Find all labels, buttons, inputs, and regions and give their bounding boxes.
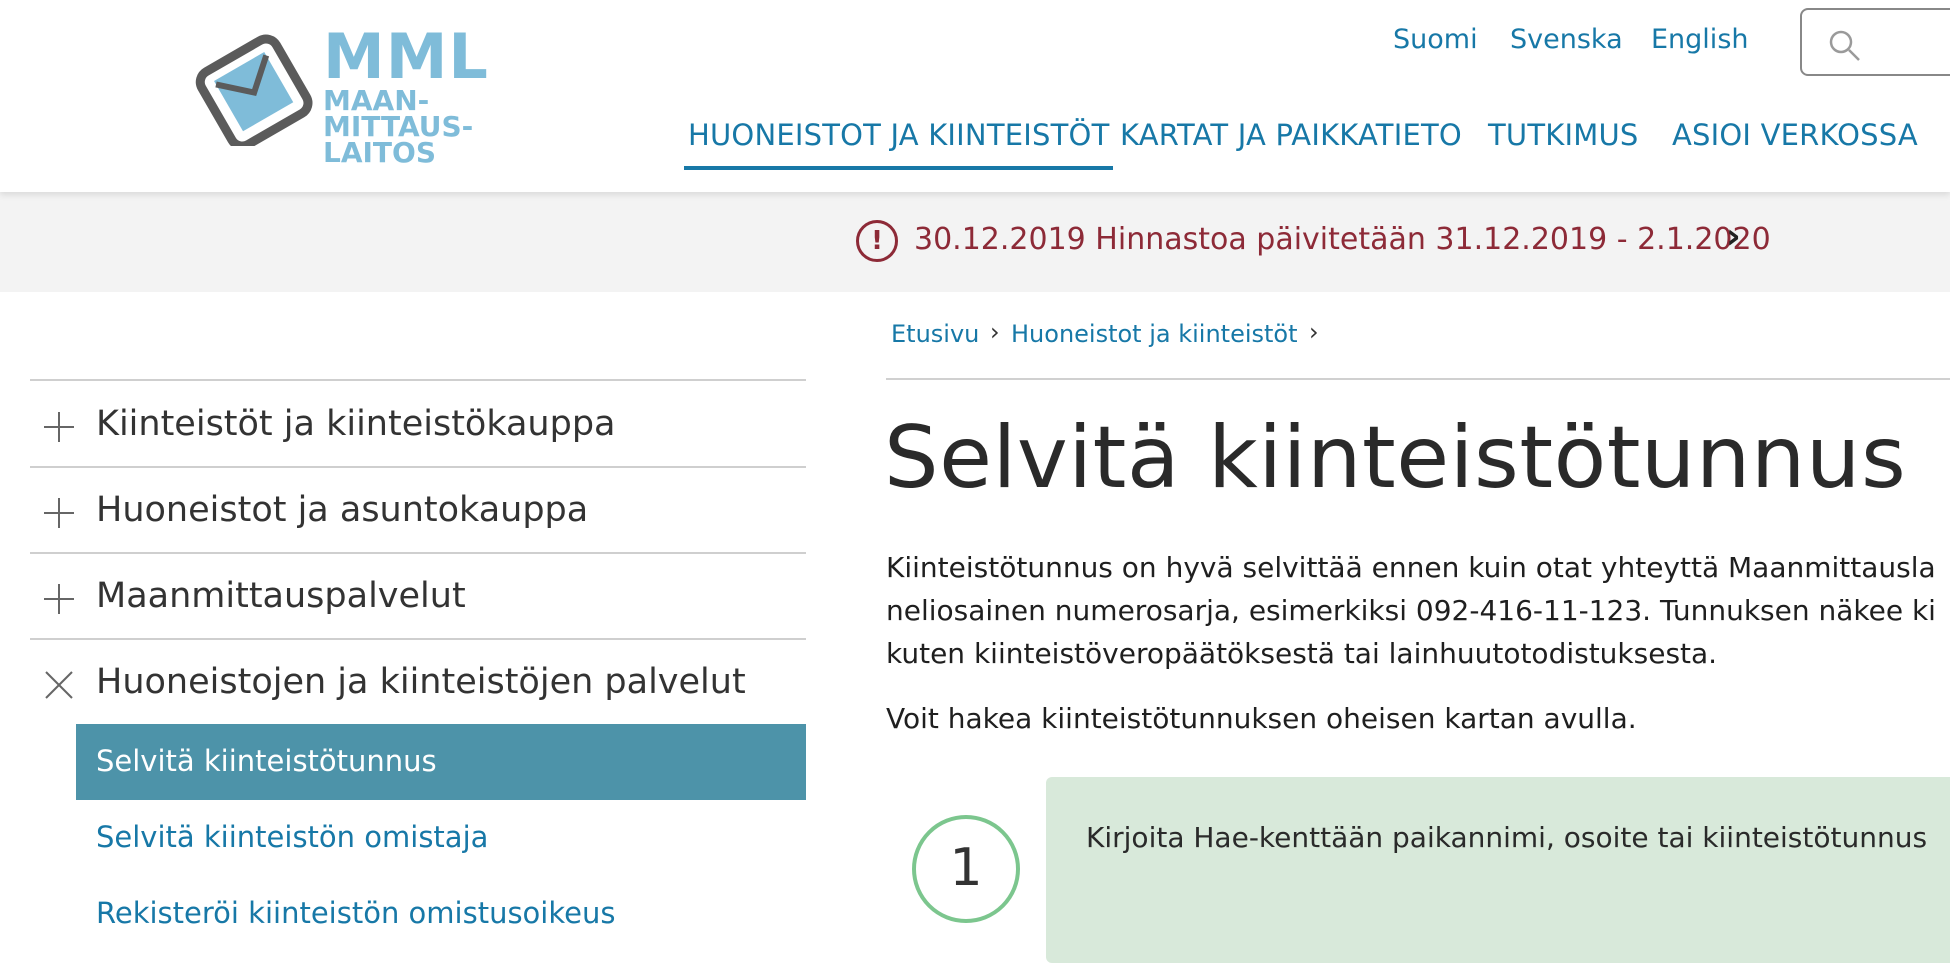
- sidebar-item-huoneistot[interactable]: Huoneistot ja asuntokauppa: [30, 468, 806, 552]
- sidebar-subitem-selvita-kiinteistotunnus[interactable]: Selvitä kiinteistötunnus: [76, 724, 806, 800]
- divider: [886, 378, 1950, 380]
- step-text: Kirjoita Hae-kenttään paikannimi, osoite…: [1086, 821, 1928, 854]
- intro-line: neliosainen numerosarja, esimerkiksi 092…: [886, 594, 1936, 627]
- nav-asioi-verkossa[interactable]: ASIOI VERKOSSA: [1672, 118, 1918, 152]
- sidebar-subitem-label: Selvitä kiinteistötunnus: [96, 744, 437, 778]
- close-icon: [45, 671, 73, 699]
- sidebar-subitem-selvita-omistaja[interactable]: Selvitä kiinteistön omistaja: [76, 800, 806, 876]
- sidebar-item-label: Huoneistot ja asuntokauppa: [96, 490, 589, 530]
- site-header: MML MAAN- MITTAUS- LAITOS Suomi Svenska …: [0, 0, 1950, 192]
- logo-line-3: LAITOS: [323, 136, 436, 169]
- sidebar-subitem-label: Selvitä kiinteistön omistaja: [96, 820, 489, 854]
- page-title: Selvitä kiinteistötunnus: [884, 408, 1907, 508]
- breadcrumb-separator: ›: [990, 318, 1000, 346]
- sidebar-item-maanmittauspalvelut[interactable]: Maanmittauspalvelut: [30, 554, 806, 638]
- lang-suomi[interactable]: Suomi: [1393, 24, 1478, 55]
- notice-banner[interactable]: ! 30.12.2019 Hinnastoa päivitetään 31.12…: [0, 192, 1950, 292]
- plus-icon: [44, 584, 74, 614]
- lang-english[interactable]: English: [1651, 24, 1749, 55]
- sidebar-item-label: Maanmittauspalvelut: [96, 576, 466, 616]
- logo-mark-icon: [195, 34, 313, 146]
- intro-paragraph: Kiinteistötunnus on hyvä selvittää ennen…: [886, 546, 1950, 675]
- breadcrumb-etusivu[interactable]: Etusivu: [891, 320, 979, 348]
- breadcrumb-separator: ›: [1309, 318, 1319, 346]
- sidebar-item-kiinteistot[interactable]: Kiinteistöt ja kiinteistökauppa: [30, 382, 806, 466]
- step-number-badge: 1: [912, 815, 1020, 923]
- sidebar-item-label: Kiinteistöt ja kiinteistökauppa: [96, 404, 616, 444]
- step-box: Kirjoita Hae-kenttään paikannimi, osoite…: [1046, 777, 1950, 963]
- alert-icon: !: [856, 220, 898, 262]
- nav-kartat-ja-paikkatieto[interactable]: KARTAT JA PAIKKATIETO: [1120, 118, 1462, 152]
- sidebar-item-palvelut[interactable]: Huoneistojen ja kiinteistöjen palvelut: [30, 640, 806, 724]
- divider: [30, 379, 806, 381]
- mml-logo[interactable]: MML MAAN- MITTAUS- LAITOS: [195, 20, 488, 170]
- sidebar-item-label: Huoneistojen ja kiinteistöjen palvelut: [96, 662, 746, 702]
- logo-abbr: MML: [323, 20, 489, 93]
- nav-tutkimus[interactable]: TUTKIMUS: [1488, 118, 1638, 152]
- lang-svenska[interactable]: Svenska: [1510, 24, 1623, 55]
- plus-icon: [44, 412, 74, 442]
- sidebar-subitem-label: Rekisteröi kiinteistön omistusoikeus: [96, 896, 616, 930]
- chevron-right-icon: ›: [1726, 216, 1741, 257]
- sidebar-subitem-rekisteroi-omistusoikeus[interactable]: Rekisteröi kiinteistön omistusoikeus: [76, 876, 806, 952]
- intro-line: Kiinteistötunnus on hyvä selvittää ennen…: [886, 551, 1936, 584]
- nav-huoneistot-ja-kiinteistot[interactable]: HUONEISTOT JA KIINTEISTÖT: [683, 118, 1114, 170]
- intro-map-text: Voit hakea kiinteistötunnuksen oheisen k…: [886, 702, 1637, 735]
- search-input[interactable]: [1800, 8, 1950, 76]
- search-icon: [1829, 30, 1860, 61]
- logo-text: MML MAAN- MITTAUS- LAITOS: [323, 20, 489, 169]
- notice-text: 30.12.2019 Hinnastoa päivitetään 31.12.2…: [914, 222, 1771, 257]
- breadcrumb-huoneistot[interactable]: Huoneistot ja kiinteistöt: [1011, 320, 1298, 348]
- intro-line: kuten kiinteistöveropäätöksestä tai lain…: [886, 637, 1718, 670]
- plus-icon: [44, 498, 74, 528]
